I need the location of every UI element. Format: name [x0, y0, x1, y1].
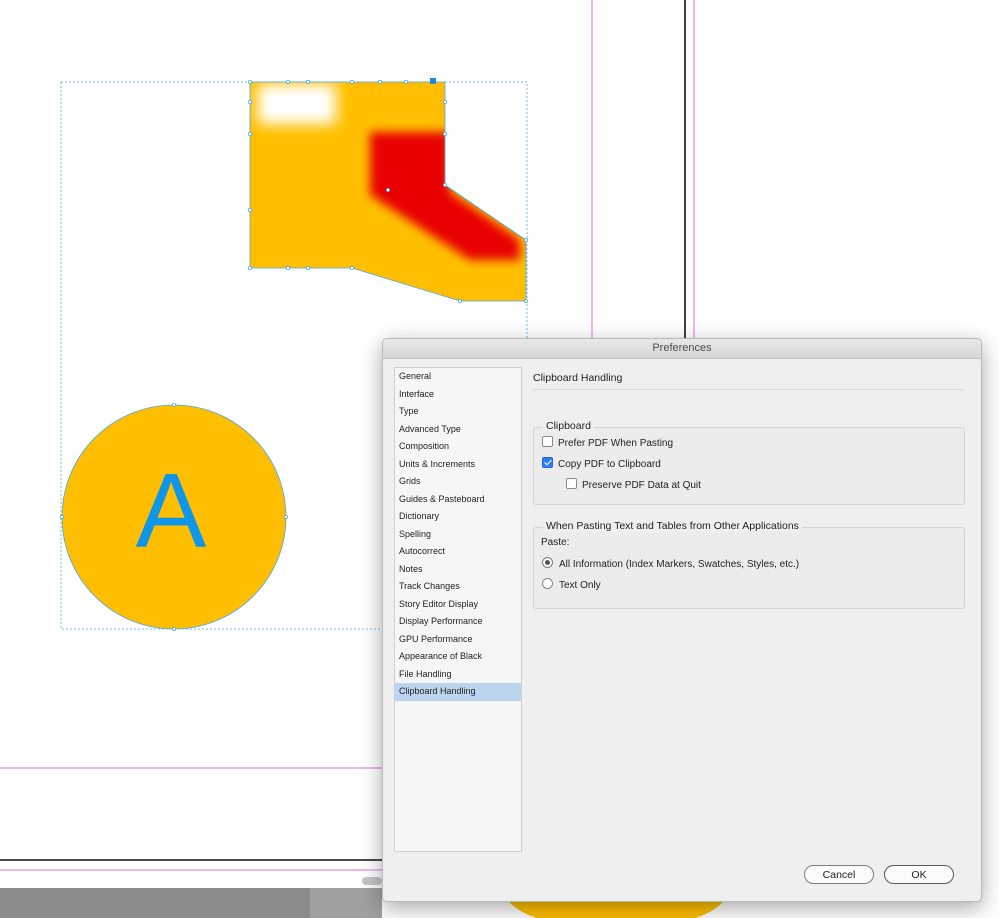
sidebar-item-type[interactable]: Type — [395, 403, 521, 421]
paste-label: Paste: — [541, 537, 570, 548]
panel-title: Clipboard Handling — [533, 367, 965, 390]
sidebar-item-display-performance[interactable]: Display Performance — [395, 613, 521, 631]
sidebar-item-grids[interactable]: Grids — [395, 473, 521, 491]
sidebar-item-autocorrect[interactable]: Autocorrect — [395, 543, 521, 561]
all-information-radio[interactable] — [542, 557, 553, 568]
text-only-label: Text Only — [559, 580, 601, 591]
sidebar-item-track-changes[interactable]: Track Changes — [395, 578, 521, 596]
clipboard-group-legend: Clipboard — [543, 420, 594, 432]
preserve-pdf-row[interactable]: Preserve PDF Data at Quit — [566, 478, 701, 492]
ok-button[interactable]: OK — [884, 865, 954, 884]
paste-group-legend: When Pasting Text and Tables from Other … — [543, 520, 802, 532]
sidebar-item-gpu-performance[interactable]: GPU Performance — [395, 631, 521, 649]
copy-pdf-checkbox[interactable] — [542, 457, 553, 468]
text-only-radio[interactable] — [542, 578, 553, 589]
sidebar-item-units-increments[interactable]: Units & Increments — [395, 456, 521, 474]
preserve-pdf-checkbox[interactable] — [566, 478, 577, 489]
paste-group: When Pasting Text and Tables from Other … — [533, 520, 965, 609]
selected-anchor-handle[interactable] — [430, 78, 436, 84]
prefer-pdf-row[interactable]: Prefer PDF When Pasting — [542, 436, 673, 450]
all-information-label: All Information (Index Markers, Swatches… — [559, 559, 800, 570]
clipboard-group: Clipboard Prefer PDF When Pasting Copy P… — [533, 420, 965, 505]
preferences-sidebar[interactable]: General Interface Type Advanced Type Com… — [394, 367, 522, 852]
prefer-pdf-checkbox[interactable] — [542, 436, 553, 447]
sidebar-item-interface[interactable]: Interface — [395, 386, 521, 404]
preferences-dialog[interactable]: Preferences General Interface Type Advan… — [382, 338, 982, 902]
letter-a[interactable]: A — [136, 452, 207, 570]
text-only-row[interactable]: Text Only — [542, 578, 601, 592]
sidebar-item-dictionary[interactable]: Dictionary — [395, 508, 521, 526]
cancel-button[interactable]: Cancel — [804, 865, 874, 884]
dialog-title[interactable]: Preferences — [383, 339, 981, 359]
sidebar-item-file-handling[interactable]: File Handling — [395, 666, 521, 684]
sidebar-item-clipboard-handling[interactable]: Clipboard Handling — [395, 683, 521, 701]
copy-pdf-row[interactable]: Copy PDF to Clipboard — [542, 457, 661, 471]
preferences-panel: Clipboard Handling Clipboard Prefer PDF … — [533, 367, 965, 609]
pasteboard-bottom-right — [310, 888, 382, 918]
preserve-pdf-label: Preserve PDF Data at Quit — [582, 480, 701, 491]
sidebar-item-notes[interactable]: Notes — [395, 561, 521, 579]
sidebar-item-guides-pasteboard[interactable]: Guides & Pasteboard — [395, 491, 521, 509]
sidebar-item-story-editor-display[interactable]: Story Editor Display — [395, 596, 521, 614]
prefer-pdf-label: Prefer PDF When Pasting — [558, 438, 674, 449]
horizontal-scrollbar[interactable] — [362, 877, 382, 885]
sidebar-item-spelling[interactable]: Spelling — [395, 526, 521, 544]
sidebar-item-general[interactable]: General — [395, 368, 521, 386]
sidebar-item-appearance-of-black[interactable]: Appearance of Black — [395, 648, 521, 666]
all-information-row[interactable]: All Information (Index Markers, Swatches… — [542, 557, 799, 571]
sidebar-item-advanced-type[interactable]: Advanced Type — [395, 421, 521, 439]
copy-pdf-label: Copy PDF to Clipboard — [558, 459, 661, 470]
sidebar-item-composition[interactable]: Composition — [395, 438, 521, 456]
